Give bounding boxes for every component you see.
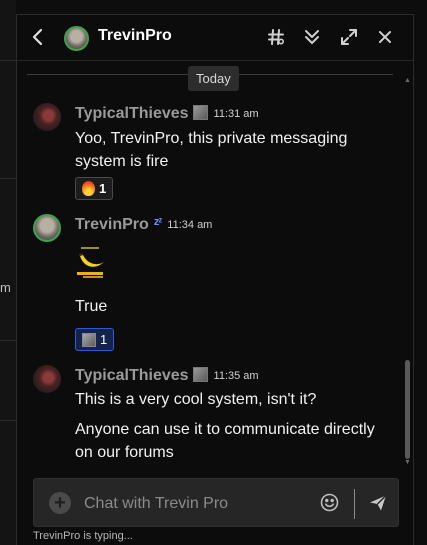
scrollbar-thumb[interactable] [405, 360, 410, 459]
message-time: 11:31 am [213, 108, 259, 120]
reaction-button[interactable]: 1 [75, 177, 114, 200]
message-author[interactable]: TypicalThieves 11:31 am [75, 105, 259, 123]
message-author[interactable]: TypicalThieves 11:35 am [75, 367, 259, 385]
composer-divider [354, 489, 355, 519]
avatar[interactable] [33, 103, 61, 131]
avatar[interactable] [64, 26, 89, 51]
message-author[interactable]: TrevinPro zᶻ 11:34 am [75, 216, 212, 234]
fire-emoji-icon [82, 181, 95, 196]
double-chevron-down-icon[interactable] [302, 27, 322, 47]
hashtag-icon[interactable] [266, 27, 286, 47]
reaction-count: 1 [100, 332, 108, 347]
message-text: Yoo, TrevinPro, this private messaging s… [75, 130, 348, 170]
date-divider: Today [188, 66, 239, 91]
message-text: True [75, 298, 108, 315]
banana-sticker-icon[interactable] [75, 246, 107, 280]
send-icon[interactable] [368, 493, 388, 513]
message-text: Anyone can use it to communicate directl… [75, 421, 375, 461]
reaction-button[interactable]: 1 [75, 328, 115, 351]
message-text: This is a very cool system, isn't it? [75, 391, 317, 408]
avatar[interactable] [33, 365, 61, 393]
background-text-fragment: m [0, 280, 11, 295]
user-badge-icon [192, 367, 208, 382]
avatar[interactable] [33, 214, 61, 242]
chat-input[interactable] [84, 492, 304, 516]
background-divider [0, 60, 16, 61]
reaction-count: 1 [99, 181, 107, 196]
sleeping-status-icon: zᶻ [153, 216, 163, 228]
background-page [0, 0, 16, 545]
chat-composer: + [33, 478, 399, 527]
page-title: TrevinPro [98, 27, 172, 44]
close-icon[interactable] [375, 27, 395, 47]
scroll-up-arrow[interactable]: ▲ [403, 77, 412, 84]
add-attachment-button[interactable]: + [49, 492, 71, 514]
background-divider [0, 178, 16, 179]
chat-header: TrevinPro [17, 15, 413, 61]
back-icon[interactable] [27, 26, 49, 48]
typing-indicator: TrevinPro is typing... [33, 530, 133, 542]
message-time: 11:34 am [167, 219, 213, 231]
message-time: 11:35 am [213, 370, 259, 382]
background-divider [0, 420, 16, 421]
user-badge-icon [192, 105, 208, 120]
scroll-down-arrow[interactable]: ▼ [403, 459, 412, 466]
chat-panel: TrevinPro Today TypicalThieves 11:31 am … [16, 14, 414, 545]
avatar-emoji-icon [82, 332, 96, 347]
expand-icon[interactable] [339, 27, 359, 47]
background-divider [0, 340, 16, 341]
emoji-icon[interactable] [320, 493, 339, 512]
